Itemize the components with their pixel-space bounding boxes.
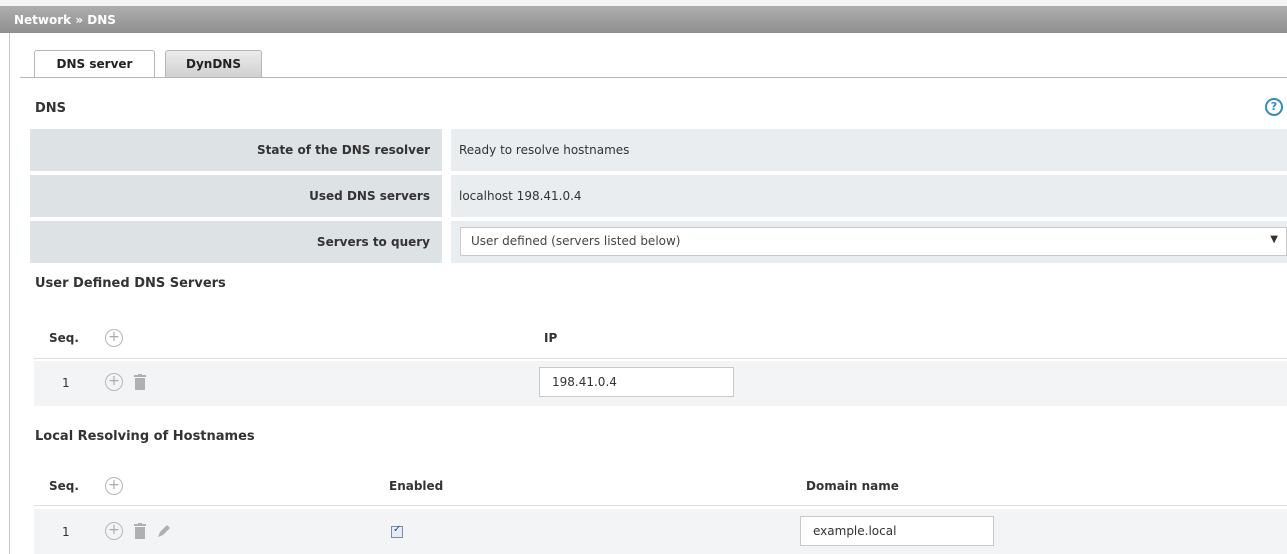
ip-field[interactable]: 198.41.0.4: [539, 367, 734, 397]
insert-row-icon[interactable]: +: [105, 522, 123, 540]
trash-icon[interactable]: [134, 523, 146, 539]
help-circle-icon[interactable]: ?: [1265, 98, 1283, 116]
local-resolving-table-header: Seq. + Enabled Domain name: [34, 466, 1287, 506]
servers-to-query-select[interactable]: User defined (servers listed below) ▼: [460, 227, 1287, 256]
column-header-domain-name: Domain name: [806, 479, 899, 493]
tab-divider: [20, 77, 1287, 78]
section-title-dns: DNS: [35, 101, 67, 116]
chevron-down-icon: ▼: [1270, 234, 1278, 245]
value-used-dns-servers: localhost 198.41.0.4: [451, 175, 1287, 217]
row-seq: 1: [62, 525, 70, 539]
left-border: [9, 33, 10, 554]
tab-dyndns[interactable]: DynDNS: [165, 50, 262, 78]
label-used-dns-servers: Used DNS servers: [30, 175, 442, 217]
add-row-icon[interactable]: +: [105, 477, 123, 495]
row-seq: 1: [62, 376, 70, 390]
servers-to-query-value: User defined (servers listed below): [471, 234, 681, 248]
local-resolving-row-1: 1 + example.local: [34, 509, 1287, 554]
section-title-local-resolving: Local Resolving of Hostnames: [35, 429, 255, 444]
value-dns-resolver-state: Ready to resolve hostnames: [451, 129, 1287, 171]
domain-name-field[interactable]: example.local: [800, 516, 994, 546]
tab-dns-server[interactable]: DNS server: [34, 50, 155, 78]
breadcrumb: Network » DNS: [14, 13, 116, 27]
trash-icon[interactable]: [134, 374, 146, 390]
column-header-ip: IP: [544, 331, 558, 345]
add-row-icon[interactable]: +: [105, 329, 123, 347]
column-header-seq: Seq.: [49, 479, 79, 493]
label-servers-to-query: Servers to query: [30, 221, 442, 263]
user-dns-row-1: 1 + 198.41.0.4: [34, 361, 1287, 406]
top-bar: Network » DNS: [0, 0, 1287, 33]
section-title-user-dns: User Defined DNS Servers: [35, 276, 226, 291]
pencil-icon[interactable]: [156, 523, 172, 539]
user-dns-table-header: Seq. + IP: [34, 319, 1287, 359]
column-header-enabled: Enabled: [389, 479, 444, 493]
insert-row-icon[interactable]: +: [105, 373, 123, 391]
column-header-seq: Seq.: [49, 331, 79, 345]
label-dns-resolver-state: State of the DNS resolver: [30, 129, 442, 171]
enabled-checkbox[interactable]: [391, 524, 403, 538]
